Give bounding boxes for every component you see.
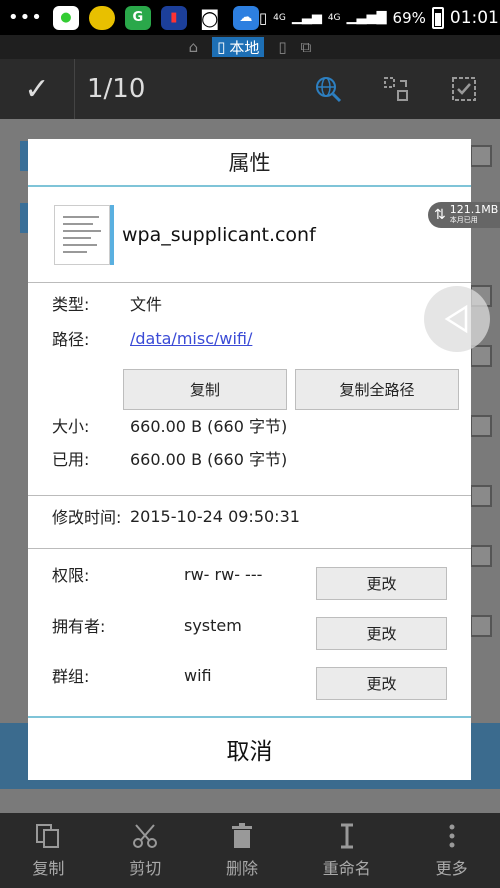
more-icon [449, 824, 455, 847]
tab-local-label: 本地 [229, 38, 260, 57]
change-owner-button[interactable]: 更改 [316, 617, 447, 650]
list-item-checkbox[interactable] [470, 615, 492, 637]
phone-icon: ▯ [217, 38, 226, 56]
tab-local[interactable]: ▯ 本地 [212, 37, 265, 57]
owner-value: system [184, 615, 242, 635]
app-green-icon: G [124, 5, 151, 30]
used-value: 660.00 B (660 字节) [130, 450, 288, 469]
select-all-icon[interactable] [450, 75, 478, 103]
rename-label: 重命名 [322, 858, 371, 878]
used-label: 已用: [52, 450, 90, 469]
delete-button[interactable]: 删除 [225, 822, 258, 879]
path-link[interactable]: /data/misc/wifi/ [130, 329, 252, 348]
home-icon[interactable]: ⌂ [189, 38, 199, 56]
permissions-value: rw- rw- --- [184, 564, 263, 584]
list-item-checkbox[interactable] [470, 345, 492, 367]
divider [28, 495, 471, 496]
properties-dialog: 属性 wpa_supplicant.conf 类型: 文件 路径: /data/… [28, 139, 471, 780]
network-type: 4G [327, 12, 341, 23]
floating-back-button[interactable] [424, 286, 490, 352]
done-check-icon[interactable]: ✓ [0, 59, 75, 119]
wechat-icon: ● [52, 5, 79, 30]
delete-label: 删除 [225, 858, 258, 878]
copy-full-path-button[interactable]: 复制全路径 [295, 369, 459, 410]
clock: 01:01 [449, 7, 499, 28]
signal-icon: ▁▃▅ [291, 10, 322, 25]
battery-icon [431, 6, 444, 29]
type-value: 文件 [130, 295, 163, 314]
rename-button[interactable]: 重命名 [323, 823, 371, 879]
data-usage-caption: 本月已用 [449, 216, 478, 224]
path-label: 路径: [52, 330, 90, 349]
dialog-title: 属性 [28, 139, 471, 187]
list-item-checkbox[interactable] [470, 145, 492, 167]
web-search-icon[interactable] [314, 75, 342, 103]
group-label: 群组: [52, 667, 90, 686]
list-item-checkbox[interactable] [470, 485, 492, 507]
type-label: 类型: [52, 295, 90, 314]
divider [28, 548, 471, 549]
modified-label: 修改时间: [52, 508, 122, 527]
selection-count: 1/10 [87, 74, 146, 104]
data-usage-amount: 121.1MB [449, 203, 499, 216]
copy-path-button[interactable]: 复制 [123, 369, 287, 410]
scissors-icon [133, 823, 158, 848]
chat-bubble-icon [88, 5, 115, 30]
notification-dots: ••• [8, 7, 43, 28]
remote-device-icon[interactable]: ⧉ [301, 38, 312, 56]
bottom-toolbar: 复制 剪切 删除 重命名 更多 [0, 813, 500, 888]
copy-label: 复制 [32, 858, 65, 878]
cancel-button[interactable]: 取消 [28, 716, 471, 780]
size-value: 660.00 B (660 字节) [130, 417, 288, 436]
copy-icon [36, 823, 60, 848]
battery-percent: 69% [392, 8, 426, 27]
group-value: wifi [184, 665, 212, 685]
camera-icon: ◙ [200, 5, 220, 30]
device-icon[interactable]: ▯ [278, 38, 286, 56]
list-item-checkbox[interactable] [470, 415, 492, 437]
copy-button[interactable]: 复制 [32, 823, 64, 879]
file-header: wpa_supplicant.conf [28, 187, 471, 283]
permissions-label: 权限: [52, 566, 90, 585]
transfer-arrows-icon: ⇅ [434, 207, 446, 223]
change-permissions-button[interactable]: 更改 [316, 567, 447, 600]
rename-icon [340, 823, 353, 848]
action-bar: ✓ 1/10 [0, 59, 500, 119]
back-triangle-icon [444, 304, 468, 334]
trash-icon [231, 822, 252, 848]
text-file-icon [54, 204, 110, 265]
change-group-button[interactable]: 更改 [316, 667, 447, 700]
cut-label: 剪切 [129, 858, 162, 878]
list-item-checkbox[interactable] [470, 545, 492, 567]
more-button[interactable]: 更多 [436, 823, 468, 879]
select-range-icon[interactable] [382, 75, 410, 103]
status-bar: ••• ● G ▮ ◙ ☁ ▯ 4G ▁▃▅ 4G ▁▃▅▇ 69% 01:01 [0, 0, 500, 35]
cut-button[interactable]: 剪切 [129, 823, 161, 879]
data-usage-badge[interactable]: ⇅ 121.1MB 本月已用 [428, 202, 500, 228]
signal-strength-icon: ▁▃▅▇ [346, 10, 387, 25]
file-name: wpa_supplicant.conf [122, 223, 316, 246]
size-label: 大小: [52, 417, 90, 436]
network-type-top: 4G [273, 12, 286, 23]
owner-label: 拥有者: [52, 617, 106, 636]
modified-value: 2015-10-24 09:50:31 [130, 506, 300, 526]
storage-tab-strip: ⌂ ▯ 本地 ▯ ⧉ [0, 35, 500, 59]
vibrate-icon: ▯ [258, 8, 268, 27]
app-shield-icon: ▮ [160, 5, 187, 30]
more-label: 更多 [435, 858, 468, 878]
cloud-icon: ☁ [232, 5, 259, 30]
